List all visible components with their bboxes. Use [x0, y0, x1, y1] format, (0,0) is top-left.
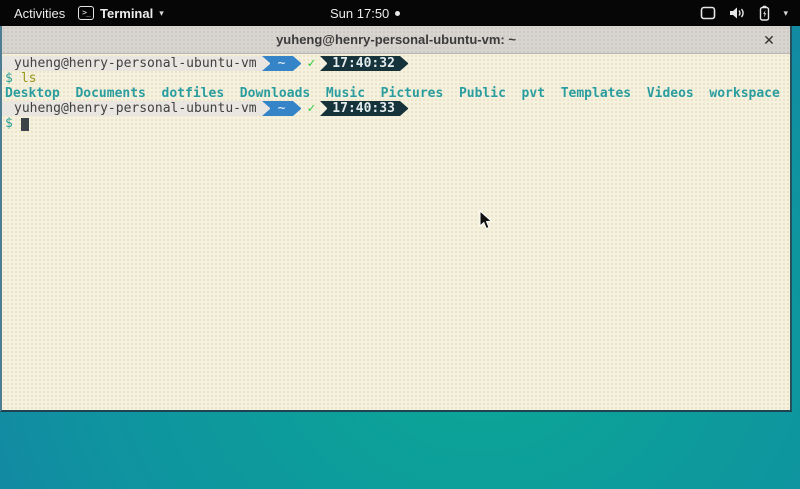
powerline-arrow-icon — [262, 101, 270, 116]
app-menu-terminal[interactable]: >_ Terminal ▾ — [78, 6, 164, 21]
clock-menu[interactable]: Sun 17:50 — [330, 6, 400, 21]
prompt-userhost: yuheng@henry-personal-ubuntu-vm — [2, 56, 262, 71]
input-line: $ — [2, 116, 790, 131]
powerline-arrow-icon — [400, 101, 408, 116]
prompt-userhost: yuheng@henry-personal-ubuntu-vm — [2, 101, 262, 116]
typed-command: ls — [21, 71, 37, 86]
chevron-down-icon: ▾ — [159, 8, 164, 19]
window-title: yuheng@henry-personal-ubuntu-vm: ~ — [276, 32, 516, 47]
powerline-arrow-icon — [400, 56, 408, 71]
prompt-line-1: yuheng@henry-personal-ubuntu-vm ~ ✓ 17:4… — [2, 56, 790, 71]
prompt-timestamp: 17:40:33 — [327, 101, 400, 116]
close-button[interactable]: ✕ — [758, 29, 780, 51]
status-check-icon: ✓ — [307, 56, 315, 71]
powerline-arrow-icon — [293, 56, 301, 71]
powerline-arrow-icon — [320, 56, 327, 71]
terminal-window: yuheng@henry-personal-ubuntu-vm: ~ ✕ yuh… — [0, 26, 792, 412]
text-cursor — [21, 118, 29, 131]
terminal-content[interactable]: yuheng@henry-personal-ubuntu-vm ~ ✓ 17:4… — [2, 54, 790, 410]
mouse-pointer-icon — [479, 210, 493, 231]
top-bar: Activities >_ Terminal ▾ Sun 17:50 ▾ — [0, 0, 800, 26]
prompt-cwd: ~ — [270, 56, 294, 71]
prompt-line-2: yuheng@henry-personal-ubuntu-vm ~ ✓ 17:4… — [2, 101, 790, 116]
prompt-cwd: ~ — [270, 101, 294, 116]
status-check-icon: ✓ — [307, 101, 315, 116]
activities-button[interactable]: Activities — [10, 6, 69, 21]
clock-label: Sun 17:50 — [330, 6, 389, 21]
window-titlebar[interactable]: yuheng@henry-personal-ubuntu-vm: ~ ✕ — [2, 26, 790, 54]
prompt-timestamp: 17:40:32 — [327, 56, 400, 71]
app-menu-label: Terminal — [100, 6, 153, 21]
notification-dot — [395, 11, 400, 16]
volume-icon — [729, 6, 746, 20]
command-line: $ ls — [2, 71, 790, 86]
prompt-symbol: $ — [2, 116, 13, 131]
tray-chevron-down-icon: ▾ — [783, 8, 788, 19]
terminal-icon: >_ — [78, 6, 94, 20]
prompt-symbol: $ — [2, 71, 13, 86]
powerline-arrow-icon — [320, 101, 327, 116]
ls-output: Desktop Documents dotfiles Downloads Mus… — [2, 86, 790, 101]
battery-charging-icon — [759, 5, 770, 21]
system-tray-menu[interactable]: ▾ — [700, 5, 788, 21]
powerline-arrow-icon — [262, 56, 270, 71]
display-icon — [700, 6, 716, 20]
powerline-arrow-icon — [293, 101, 301, 116]
